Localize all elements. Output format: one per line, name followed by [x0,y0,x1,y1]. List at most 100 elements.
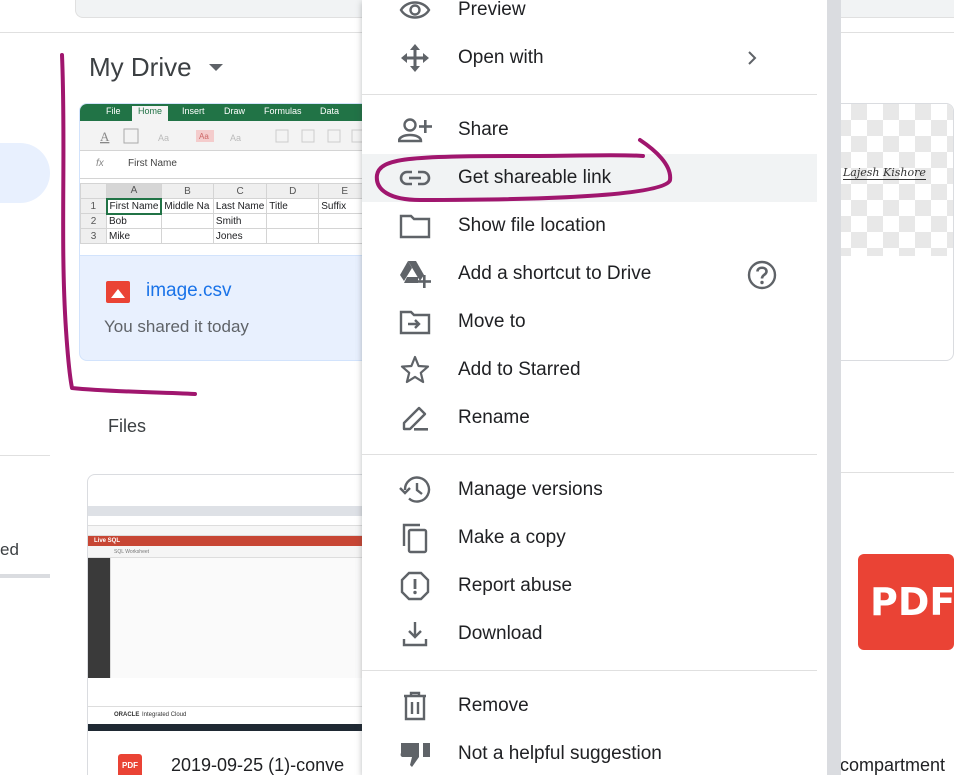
help-icon[interactable] [746,259,778,291]
file-thumbnail: Live SQL SQL Worksheet ORACLE Integrated… [88,506,386,731]
spreadsheet-ribbon: File Home Insert Draw Formulas Data [80,104,378,121]
table-cell: Middle Na [160,198,214,214]
menu-item-label: Move to [458,311,526,332]
report-icon [398,571,432,601]
column-header [80,183,107,199]
ribbon-tab: Draw [224,106,246,116]
row-header: 1 [80,198,107,214]
table-cell: Title [266,198,320,214]
menu-item-label: Make a copy [458,527,566,548]
copy-icon [398,523,432,554]
link-icon [398,163,432,193]
storage-bar [0,574,50,578]
chevron-right-icon [742,48,762,68]
ribbon-tab: Data [320,106,340,116]
svg-text:Aa: Aa [158,133,169,143]
section-heading-files: Files [108,416,147,436]
eye-icon [398,0,432,25]
menu-item-show-file-location[interactable]: Show file location [362,202,817,250]
history-icon [398,475,432,505]
file-name[interactable]: 2019-09-25 (1)-conve [171,755,344,775]
menu-item-label: Show file location [458,215,606,236]
sidebar-item-my-drive[interactable] [0,143,50,203]
taskbar [88,724,386,731]
browser-bookmarks [88,526,386,536]
file-name[interactable]: compartment [840,755,945,775]
product-name: Live SQL [94,538,121,544]
file-card[interactable]: Live SQL SQL Worksheet ORACLE Integrated… [87,474,387,775]
menu-item-download[interactable]: Download [362,610,817,658]
trash-icon [398,691,432,721]
person-add-icon [398,115,432,145]
menu-item-share[interactable]: Share [362,106,817,154]
menu-item-label: Add to Starred [458,359,581,380]
menu-item-move-to[interactable]: Move to [362,298,817,346]
table-cell [160,213,214,229]
brand-product: Integrated Cloud [142,712,187,718]
menu-item-label: Manage versions [458,479,603,500]
menu-item-label: Open with [458,47,544,68]
file-thumbnail: File Home Insert Draw Formulas Data A Aa… [80,104,378,256]
column-header: D [266,183,320,199]
drive-shortcut-icon [398,259,432,289]
brand: ORACLE [114,712,140,718]
context-menu: Preview Open with Share Get shareable li… [362,0,827,775]
oracle-header: Live SQL [88,536,386,546]
file-name[interactable]: image.csv [146,280,232,302]
spreadsheet-grid: A B C D E 1 First Name Middle Na Last Na… [80,183,378,244]
menu-item-label: Rename [458,407,530,428]
folder-icon [398,211,432,241]
svg-text:Aa: Aa [230,133,241,143]
table-cell [266,213,320,229]
move-to-folder-icon [398,307,432,337]
table-cell [160,228,214,244]
pencil-icon [398,403,432,433]
formula-bar: fx First Name [80,151,378,179]
table-cell: Bob [106,213,162,229]
ribbon-tab: Formulas [264,106,302,116]
page-title[interactable]: My Drive [89,52,192,83]
ribbon-tab: Insert [182,106,205,116]
svg-text:A: A [100,129,110,144]
table-cell: First Name [105,197,163,215]
sidebar-item-label[interactable]: ed [0,540,19,560]
scrollbar[interactable] [827,0,841,775]
menu-item-manage-versions[interactable]: Manage versions [362,466,817,514]
menu-item-open-with[interactable]: Open with [362,34,817,82]
menu-item-report-abuse[interactable]: Report abuse [362,562,817,610]
table-cell: Jones [212,228,268,244]
row-header: 2 [80,213,107,229]
caret-down-icon[interactable] [209,64,223,71]
menu-divider [362,454,817,455]
menu-item-add-shortcut[interactable]: Add a shortcut to Drive [362,250,817,298]
menu-item-remove[interactable]: Remove [362,682,817,730]
menu-divider [362,94,817,95]
ribbon-tab: Home [132,106,169,121]
formula-value: First Name [128,158,177,169]
menu-item-label: Add a shortcut to Drive [458,263,652,284]
column-header: A [106,183,162,199]
menu-item-get-shareable-link[interactable]: Get shareable link [362,154,817,202]
menu-item-label: Report abuse [458,575,573,596]
sidebar-divider [0,455,50,456]
menu-item-preview[interactable]: Preview [362,0,817,34]
menu-item-label: Share [458,119,509,140]
suggested-file-card[interactable]: File Home Insert Draw Formulas Data A Aa… [79,103,379,361]
spreadsheet-toolbar: A Aa Aa Aa [80,121,378,151]
pdf-thumbnail-icon[interactable]: PDF [858,554,954,650]
menu-item-rename[interactable]: Rename [362,394,817,442]
fx-icon: fx [96,158,104,169]
menu-item-label: Download [458,623,543,644]
panel-title: SQL Worksheet [114,549,150,555]
table-cell: Mike [106,228,162,244]
row-header: 3 [80,228,107,244]
menu-item-not-helpful[interactable]: Not a helpful suggestion [362,730,817,775]
menu-item-label: Remove [458,695,529,716]
download-icon [398,619,432,649]
star-icon [398,355,432,385]
move-arrows-icon [398,43,432,73]
menu-item-add-to-starred[interactable]: Add to Starred [362,346,817,394]
sidebar [88,558,110,678]
menu-item-make-a-copy[interactable]: Make a copy [362,514,817,562]
menu-item-label: Not a helpful suggestion [458,743,662,764]
